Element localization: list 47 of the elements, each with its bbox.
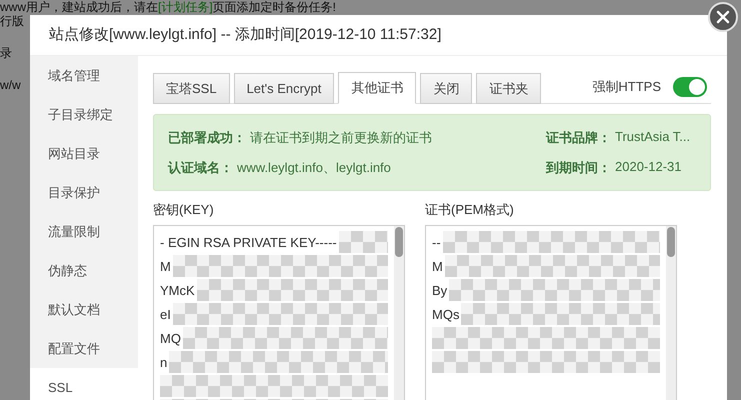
sidebar-item[interactable]: 伪静态 [30, 251, 138, 290]
field-label: 密钥(KEY) [153, 201, 215, 219]
field-label: 证书(PEM格式) [425, 201, 515, 219]
text-line: M [432, 258, 443, 274]
background-text: 行版 [0, 14, 24, 28]
close-button[interactable] [708, 2, 738, 32]
status-label: 证书品牌： [546, 128, 611, 146]
text-line: By [432, 282, 448, 298]
sidebar-item[interactable]: 网站目录 [30, 134, 138, 173]
text-line: -- [432, 234, 441, 250]
sidebar-item[interactable]: 域名管理 [30, 56, 138, 95]
sidebar-item[interactable]: 配置文件 [30, 329, 138, 368]
sidebar-item[interactable]: 默认文档 [30, 290, 138, 329]
tab[interactable]: 其他证书 [338, 72, 416, 104]
status-value: TrustAsia T... [615, 128, 690, 146]
background-text: 录 [0, 46, 12, 60]
toggle-label: 强制HTTPS [592, 78, 661, 96]
status-label: 到期时间： [546, 158, 611, 176]
scrollbar[interactable] [666, 226, 676, 400]
tab[interactable]: Let's Encrypt [234, 73, 334, 104]
text-line: MQ [160, 330, 181, 346]
background-text: w/w [0, 78, 21, 92]
text-line: - EGIN RSA PRIVATE KEY----- [160, 234, 337, 250]
tab[interactable]: 证书夹 [476, 73, 542, 104]
scrollbar[interactable] [394, 226, 404, 400]
close-icon [716, 10, 730, 24]
text-line: M [160, 258, 171, 274]
sidebar-item[interactable]: 流量限制 [30, 212, 138, 251]
status-label: 认证域名： [168, 158, 233, 176]
text-line: n [160, 354, 168, 370]
sidebar-item[interactable]: 子目录绑定 [30, 95, 138, 134]
sidebar-item[interactable]: 目录保护 [30, 173, 138, 212]
notice-text: www用户，建站成功后，请在[计划任务]页面添加定时备份任务! [0, 1, 338, 14]
status-value: www.leylgt.info、leylgt.info [237, 158, 391, 176]
text-area[interactable]: - EGIN RSA PRIVATE KEY----- M YMcK eI MQ n [153, 225, 405, 400]
status-value: 2020-12-31 [615, 158, 682, 176]
text-line: MQs [432, 306, 460, 322]
text-area[interactable]: -- M By MQs [425, 225, 677, 400]
text-line: YMcK [160, 282, 195, 298]
tab[interactable]: 关闭 [420, 73, 472, 104]
tab[interactable]: 宝塔SSL [153, 73, 230, 104]
status-label: 已部署成功： [168, 128, 246, 146]
sidebar-item[interactable]: SSL [30, 368, 138, 400]
status-value: 请在证书到期之前更换新的证书 [250, 128, 432, 146]
text-line: eI [160, 306, 171, 322]
redaction-mosaic [338, 231, 388, 253]
toggle-switch[interactable] [673, 77, 707, 97]
